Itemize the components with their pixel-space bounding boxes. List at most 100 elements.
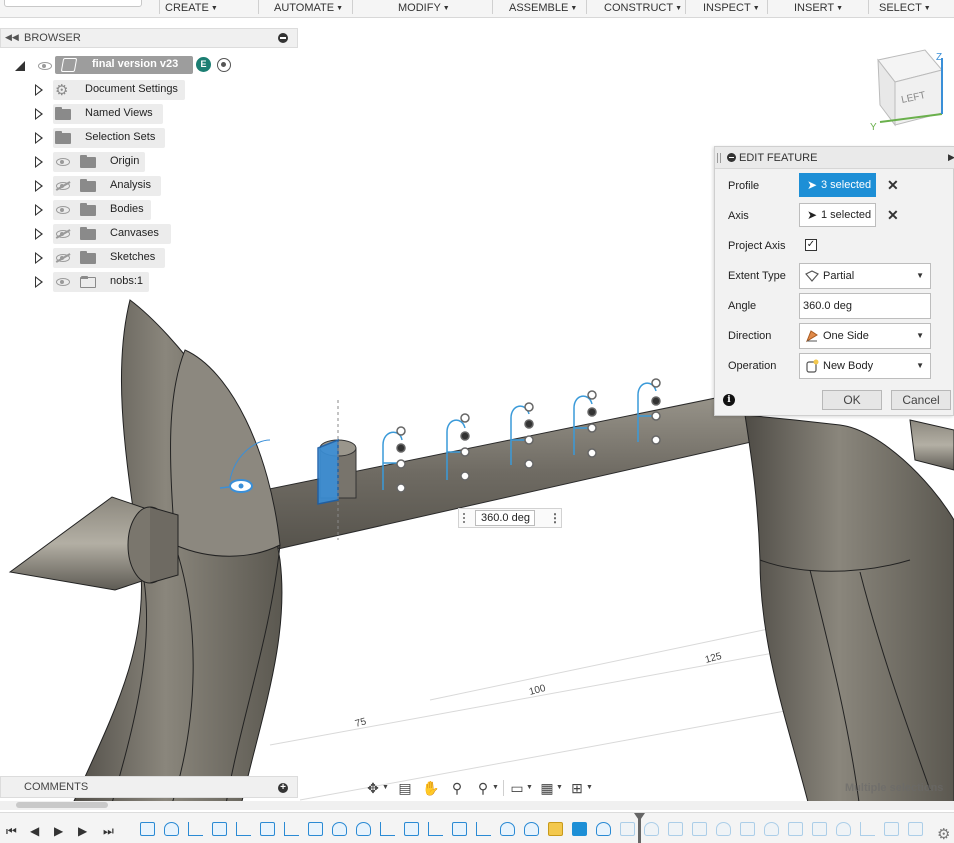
- browser-item-sketches[interactable]: Sketches: [0, 248, 200, 268]
- timeline-feature[interactable]: [524, 822, 539, 836]
- visibility-eye-icon[interactable]: [56, 158, 70, 166]
- timeline-feature[interactable]: [212, 822, 227, 836]
- timeline-sketch[interactable]: [188, 822, 203, 836]
- drag-handle-icon[interactable]: [463, 513, 465, 523]
- go-to-end-icon[interactable]: ⏭: [103, 825, 114, 837]
- cancel-button[interactable]: Cancel: [891, 390, 951, 410]
- more-options-icon[interactable]: ⋮: [549, 511, 561, 525]
- menu-inspect[interactable]: INSPECT ▼: [703, 2, 760, 14]
- activate-radio-icon[interactable]: [217, 58, 231, 72]
- timeline-suppressed-feature[interactable]: [860, 822, 875, 836]
- timeline-feature[interactable]: [596, 822, 611, 836]
- menu-modify[interactable]: MODIFY ▼: [398, 2, 450, 14]
- menu-assemble[interactable]: ASSEMBLE ▼: [509, 2, 577, 14]
- project-axis-checkbox[interactable]: ✓: [805, 239, 817, 251]
- step-forward-icon[interactable]: ▶: [78, 825, 87, 837]
- menu-create[interactable]: CREATE ▼: [165, 2, 218, 14]
- timeline-marker[interactable]: [638, 815, 641, 843]
- go-to-start-icon[interactable]: ⏮: [6, 825, 17, 837]
- menu-insert[interactable]: INSERT ▼: [794, 2, 843, 14]
- expand-triangle-icon[interactable]: [15, 61, 25, 71]
- timeline-feature[interactable]: [332, 822, 347, 836]
- orbit-move-icon[interactable]: ✥: [364, 779, 382, 797]
- viewports-icon[interactable]: ⊞: [568, 779, 586, 797]
- fit-zoom-icon[interactable]: ⚲: [474, 779, 492, 797]
- caret-down-icon[interactable]: ▼: [556, 784, 563, 791]
- browser-item-canvases[interactable]: Canvases: [0, 224, 200, 244]
- add-comment-icon[interactable]: +: [278, 783, 288, 793]
- expand-triangle-icon[interactable]: [35, 156, 43, 168]
- caret-down-icon[interactable]: ▼: [382, 784, 389, 791]
- direction-select[interactable]: One Side ▼: [799, 323, 931, 349]
- dialog-header[interactable]: EDIT FEATURE ▶: [715, 147, 954, 169]
- timeline-suppressed-feature[interactable]: [716, 822, 731, 836]
- visibility-hidden-eye-icon[interactable]: [56, 230, 70, 238]
- timeline-feature[interactable]: [452, 822, 467, 836]
- browser-item-bodies[interactable]: Bodies: [0, 200, 200, 220]
- timeline-suppressed-feature[interactable]: [812, 822, 827, 836]
- grid-settings-icon[interactable]: ▦: [538, 779, 556, 797]
- timeline-suppressed-feature[interactable]: [908, 822, 923, 836]
- clear-axis-icon[interactable]: ✕: [887, 207, 899, 224]
- menu-automate[interactable]: AUTOMATE ▼: [274, 2, 343, 14]
- timeline-sketch[interactable]: [476, 822, 491, 836]
- info-icon[interactable]: i: [723, 394, 735, 406]
- expand-triangle-icon[interactable]: [35, 228, 43, 240]
- scrollbar-thumb[interactable]: [16, 802, 108, 808]
- expand-arrow-icon[interactable]: ▶: [948, 152, 954, 163]
- expand-triangle-icon[interactable]: [35, 180, 43, 192]
- timeline-suppressed-feature[interactable]: [764, 822, 779, 836]
- timeline-feature[interactable]: [308, 822, 323, 836]
- timeline-feature[interactable]: [164, 822, 179, 836]
- menu-select[interactable]: SELECT ▼: [879, 2, 931, 14]
- pan-hand-icon[interactable]: ✋: [422, 779, 440, 797]
- browser-item-origin[interactable]: Origin: [0, 152, 200, 172]
- angle-input[interactable]: 360.0 deg: [799, 293, 931, 319]
- expand-triangle-icon[interactable]: [35, 84, 43, 96]
- timeline-suppressed-feature[interactable]: [644, 822, 659, 836]
- expand-triangle-icon[interactable]: [35, 132, 43, 144]
- timeline-suppressed-feature[interactable]: [620, 822, 635, 836]
- timeline-sketch[interactable]: [428, 822, 443, 836]
- visibility-eye-icon[interactable]: [56, 206, 70, 214]
- view-cube[interactable]: LEFT Z Y: [870, 49, 943, 133]
- timeline-suppressed-feature[interactable]: [692, 822, 707, 836]
- expand-triangle-icon[interactable]: [35, 204, 43, 216]
- browser-root-item[interactable]: final version v23 E: [0, 56, 240, 76]
- caret-down-icon[interactable]: ▼: [492, 784, 499, 791]
- timeline-sketch[interactable]: [284, 822, 299, 836]
- search-box[interactable]: [4, 0, 142, 7]
- ok-button[interactable]: OK: [822, 390, 882, 410]
- menu-construct[interactable]: CONSTRUCT ▼: [604, 2, 682, 14]
- timeline-suppressed-feature[interactable]: [668, 822, 683, 836]
- visibility-hidden-eye-icon[interactable]: [56, 182, 70, 190]
- caret-down-icon[interactable]: ▼: [526, 784, 533, 791]
- timeline-sketch[interactable]: [236, 822, 251, 836]
- operation-select[interactable]: New Body ▼: [799, 353, 931, 379]
- step-back-icon[interactable]: ◀: [30, 825, 39, 837]
- visibility-eye-icon[interactable]: [38, 62, 52, 70]
- extent-type-select[interactable]: Partial ▼: [799, 263, 931, 289]
- browser-item-analysis[interactable]: Analysis: [0, 176, 200, 196]
- minimize-icon[interactable]: [278, 33, 288, 43]
- browser-item-selection-sets[interactable]: Selection Sets: [0, 128, 200, 148]
- clear-profile-icon[interactable]: ✕: [887, 177, 899, 194]
- timeline-suppressed-feature[interactable]: [740, 822, 755, 836]
- timeline-sketch[interactable]: [380, 822, 395, 836]
- look-at-icon[interactable]: ▤: [396, 779, 414, 797]
- visibility-hidden-eye-icon[interactable]: [56, 254, 70, 262]
- timeline-current-feature[interactable]: [572, 822, 587, 836]
- timeline-suppressed-feature[interactable]: [836, 822, 851, 836]
- timeline-feature[interactable]: [260, 822, 275, 836]
- browser-item-named-views[interactable]: Named Views: [0, 104, 200, 124]
- timeline-feature[interactable]: [404, 822, 419, 836]
- expand-triangle-icon[interactable]: [35, 108, 43, 120]
- timeline-feature[interactable]: [500, 822, 515, 836]
- timeline-feature[interactable]: [356, 822, 371, 836]
- profile-selection-button[interactable]: ➤ 3 selected: [799, 173, 876, 197]
- viewport-angle-input[interactable]: 360.0 deg: [475, 510, 535, 526]
- timeline-settings-gear-icon[interactable]: ⚙: [937, 825, 950, 843]
- axis-selection-button[interactable]: ➤ 1 selected: [799, 203, 876, 227]
- edit-badge-icon[interactable]: E: [196, 57, 211, 72]
- timeline-scrollbar[interactable]: [0, 801, 954, 810]
